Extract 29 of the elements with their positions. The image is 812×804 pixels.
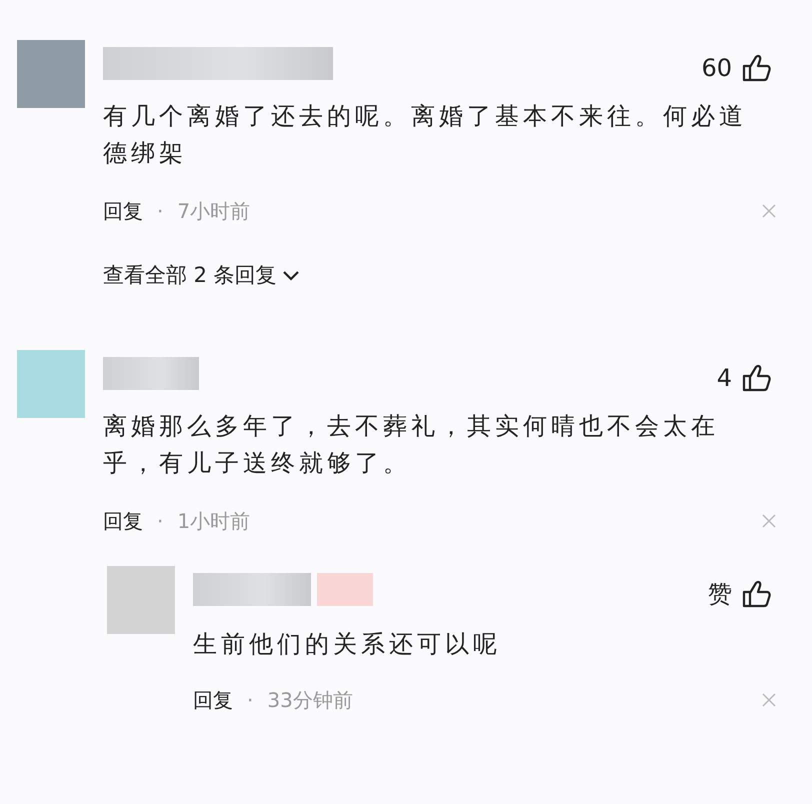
avatar[interactable] bbox=[17, 350, 85, 418]
close-icon bbox=[762, 204, 776, 218]
like-button[interactable]: 4 bbox=[716, 360, 772, 396]
timestamp: 33分钟前 bbox=[267, 686, 353, 714]
avatar[interactable] bbox=[17, 40, 85, 108]
avatar[interactable] bbox=[107, 566, 175, 634]
close-button[interactable] bbox=[762, 514, 776, 528]
close-button[interactable] bbox=[762, 204, 776, 218]
separator-dot: · bbox=[157, 508, 164, 534]
view-replies-link[interactable]: 查看全部 2 条回复 bbox=[103, 260, 301, 292]
close-icon bbox=[762, 692, 776, 706]
close-button[interactable] bbox=[762, 692, 776, 706]
thumbs-up-icon bbox=[742, 364, 772, 392]
comment-text: 有几个离婚了还去的呢。离婚了基本不来往。何必道德绑架 bbox=[103, 101, 748, 169]
thumbs-up-icon bbox=[742, 54, 772, 82]
reply-link[interactable]: 回复 bbox=[103, 506, 143, 536]
chevron-down-icon bbox=[280, 268, 301, 283]
timestamp: 1小时前 bbox=[177, 508, 250, 534]
thumbs-up-icon bbox=[742, 580, 772, 608]
like-button[interactable]: 60 bbox=[701, 50, 772, 86]
separator-dot: · bbox=[247, 686, 254, 714]
comment-text: 生前他们的关系还可以呢 bbox=[193, 628, 502, 660]
timestamp: 7小时前 bbox=[177, 198, 250, 225]
like-button[interactable]: 赞 bbox=[708, 576, 772, 612]
close-icon bbox=[762, 514, 776, 528]
comment-text: 离婚那么多年了，去不葬礼，其实何晴也不会太在乎，有儿子送终就够了。 bbox=[103, 410, 720, 478]
reply-link[interactable]: 回复 bbox=[103, 196, 143, 226]
reply-link[interactable]: 回复 bbox=[193, 684, 233, 714]
separator-dot: · bbox=[157, 198, 164, 225]
